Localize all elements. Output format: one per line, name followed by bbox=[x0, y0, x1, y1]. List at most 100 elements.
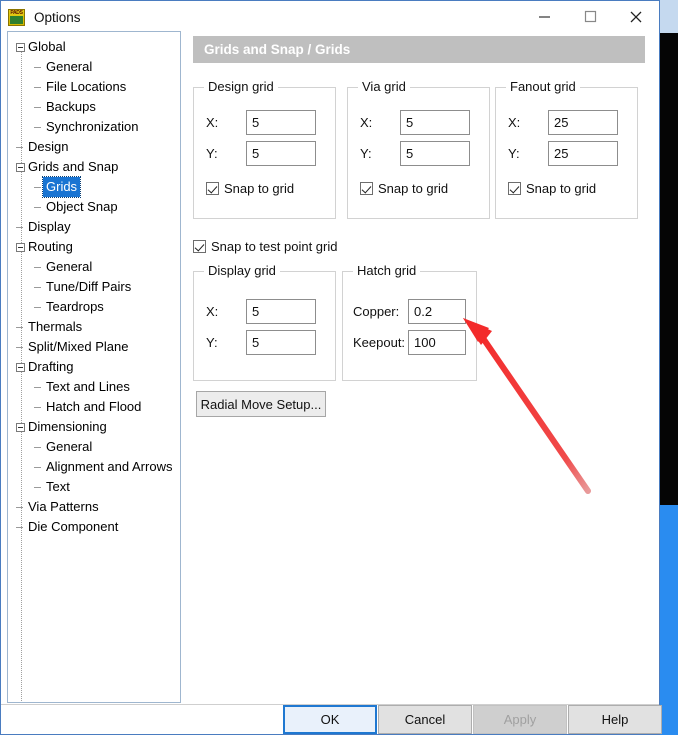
tree-item-hatch-and-flood[interactable]: Hatch and Flood bbox=[8, 397, 180, 417]
display-grid-y-label: Y: bbox=[206, 335, 218, 350]
fanout-grid-x-row: X: 25 bbox=[508, 110, 618, 135]
fanout-grid-y-label: Y: bbox=[508, 146, 520, 161]
tree-item-dimensioning-text[interactable]: Text bbox=[8, 477, 180, 497]
tree-item-split-mixed-plane[interactable]: Split/Mixed Plane bbox=[8, 337, 180, 357]
tree-branch-icon bbox=[16, 503, 25, 512]
minimize-button[interactable] bbox=[521, 1, 567, 32]
desktop-right-strip-top bbox=[658, 0, 678, 33]
tree-item-alignment-and-arrows[interactable]: Alignment and Arrows bbox=[8, 457, 180, 477]
via-grid-y-row: Y: 5 bbox=[360, 141, 470, 166]
design-grid-group: Design grid X: 5 Y: 5 Snap to grid bbox=[193, 79, 336, 219]
tree-branch-icon bbox=[16, 343, 25, 352]
hatch-grid-copper-row: Copper: 0.2 bbox=[353, 299, 466, 324]
tree-item-label: Backups bbox=[46, 99, 96, 114]
via-grid-y-input[interactable]: 5 bbox=[400, 141, 470, 166]
fanout-grid-y-row: Y: 25 bbox=[508, 141, 618, 166]
cancel-button[interactable]: Cancel bbox=[378, 705, 472, 734]
tree-branch-icon bbox=[34, 203, 43, 212]
fanout-grid-snap-checkbox[interactable]: Snap to grid bbox=[508, 181, 596, 196]
tree-item-grids[interactable]: Grids bbox=[8, 176, 180, 198]
collapse-icon[interactable] bbox=[16, 362, 25, 372]
tree-branch-icon bbox=[34, 83, 43, 92]
options-content-panel: Grids and Snap / Grids Design grid X: 5 … bbox=[187, 31, 653, 703]
display-grid-group: Display grid X: 5 Y: 5 bbox=[193, 263, 336, 381]
options-tree-panel[interactable]: Global General File Locations Backups Sy… bbox=[7, 31, 181, 703]
collapse-icon[interactable] bbox=[16, 242, 25, 252]
radial-move-setup-button[interactable]: Radial Move Setup... bbox=[196, 391, 326, 417]
display-grid-x-label: X: bbox=[206, 304, 219, 319]
tree-item-tune-diff-pairs[interactable]: Tune/Diff Pairs bbox=[8, 277, 180, 297]
design-grid-x-input[interactable]: 5 bbox=[246, 110, 316, 135]
desktop-right-strip-blue bbox=[658, 505, 678, 735]
fanout-grid-x-label: X: bbox=[508, 115, 521, 130]
via-grid-snap-label: Snap to grid bbox=[378, 181, 449, 196]
title-bar: Options bbox=[1, 1, 659, 33]
tree-item-drafting[interactable]: Drafting bbox=[8, 357, 180, 377]
tree-item-dimensioning[interactable]: Dimensioning bbox=[8, 417, 180, 437]
design-grid-snap-checkbox[interactable]: Snap to grid bbox=[206, 181, 294, 196]
tree-branch-icon bbox=[34, 383, 43, 392]
snap-to-test-point-grid-checkbox[interactable]: Snap to test point grid bbox=[193, 239, 337, 254]
checkbox-icon[interactable] bbox=[360, 182, 373, 195]
tree-branch-icon bbox=[34, 103, 43, 112]
tree-item-grids-and-snap[interactable]: Grids and Snap bbox=[8, 157, 180, 177]
tree-item-label: General bbox=[46, 59, 93, 74]
checkbox-icon[interactable] bbox=[193, 240, 206, 253]
tree-item-backups[interactable]: Backups bbox=[8, 97, 180, 117]
options-dialog: Options Global bbox=[0, 0, 662, 735]
screen-root: Options Global bbox=[0, 0, 678, 735]
tree-branch-icon bbox=[34, 263, 43, 272]
tree-item-global[interactable]: Global bbox=[8, 37, 180, 57]
via-grid-group: Via grid X: 5 Y: 5 Snap to grid bbox=[347, 79, 490, 219]
tree-item-file-locations[interactable]: File Locations bbox=[8, 77, 180, 97]
display-grid-y-input[interactable]: 5 bbox=[246, 330, 316, 355]
collapse-icon[interactable] bbox=[16, 422, 25, 432]
tree-branch-icon bbox=[34, 463, 43, 472]
checkbox-icon[interactable] bbox=[206, 182, 219, 195]
design-grid-y-input[interactable]: 5 bbox=[246, 141, 316, 166]
tree-item-synchronization[interactable]: Synchronization bbox=[8, 117, 180, 137]
display-grid-x-input[interactable]: 5 bbox=[246, 299, 316, 324]
tree-item-label: Hatch and Flood bbox=[46, 399, 142, 414]
help-button[interactable]: Help bbox=[568, 705, 662, 734]
hatch-grid-keepout-label: Keepout: bbox=[353, 335, 406, 350]
hatch-grid-keepout-input[interactable]: 100 bbox=[408, 330, 466, 355]
via-grid-snap-checkbox[interactable]: Snap to grid bbox=[360, 181, 448, 196]
tree-item-general[interactable]: General bbox=[8, 57, 180, 77]
tree-branch-icon bbox=[16, 223, 25, 232]
tree-item-routing[interactable]: Routing bbox=[8, 237, 180, 257]
tree-item-label: Die Component bbox=[28, 519, 119, 534]
tree-item-design[interactable]: Design bbox=[8, 137, 180, 157]
maximize-button[interactable] bbox=[567, 1, 613, 32]
tree-item-text-and-lines[interactable]: Text and Lines bbox=[8, 377, 180, 397]
hatch-grid-copper-input[interactable]: 0.2 bbox=[408, 299, 466, 324]
checkbox-icon[interactable] bbox=[508, 182, 521, 195]
collapse-icon[interactable] bbox=[16, 42, 25, 52]
collapse-icon[interactable] bbox=[16, 162, 25, 172]
tree-item-routing-general[interactable]: General bbox=[8, 257, 180, 277]
tree-item-object-snap[interactable]: Object Snap bbox=[8, 197, 180, 217]
tree-item-via-patterns[interactable]: Via Patterns bbox=[8, 497, 180, 517]
via-grid-x-input[interactable]: 5 bbox=[400, 110, 470, 135]
tree-branch-icon bbox=[16, 523, 25, 532]
via-grid-y-label: Y: bbox=[360, 146, 372, 161]
tree-item-teardrops[interactable]: Teardrops bbox=[8, 297, 180, 317]
tree-item-label: Teardrops bbox=[46, 299, 104, 314]
via-grid-x-row: X: 5 bbox=[360, 110, 470, 135]
close-button[interactable] bbox=[613, 1, 659, 32]
ok-button[interactable]: OK bbox=[283, 705, 377, 734]
design-grid-snap-label: Snap to grid bbox=[224, 181, 295, 196]
page-title: Grids and Snap / Grids bbox=[193, 36, 645, 63]
tree-item-label: File Locations bbox=[46, 79, 127, 94]
tree-item-label: Design bbox=[28, 139, 69, 154]
fanout-grid-y-input[interactable]: 25 bbox=[548, 141, 618, 166]
tree-item-display[interactable]: Display bbox=[8, 217, 180, 237]
desktop-right-strip-dark bbox=[658, 33, 678, 505]
tree-item-thermals[interactable]: Thermals bbox=[8, 317, 180, 337]
tree-item-label: Via Patterns bbox=[28, 499, 99, 514]
tree-item-dimensioning-general[interactable]: General bbox=[8, 437, 180, 457]
tree-item-die-component[interactable]: Die Component bbox=[8, 517, 180, 537]
tree-item-label: General bbox=[46, 259, 93, 274]
fanout-grid-x-input[interactable]: 25 bbox=[548, 110, 618, 135]
hatch-grid-title: Hatch grid bbox=[353, 263, 421, 278]
